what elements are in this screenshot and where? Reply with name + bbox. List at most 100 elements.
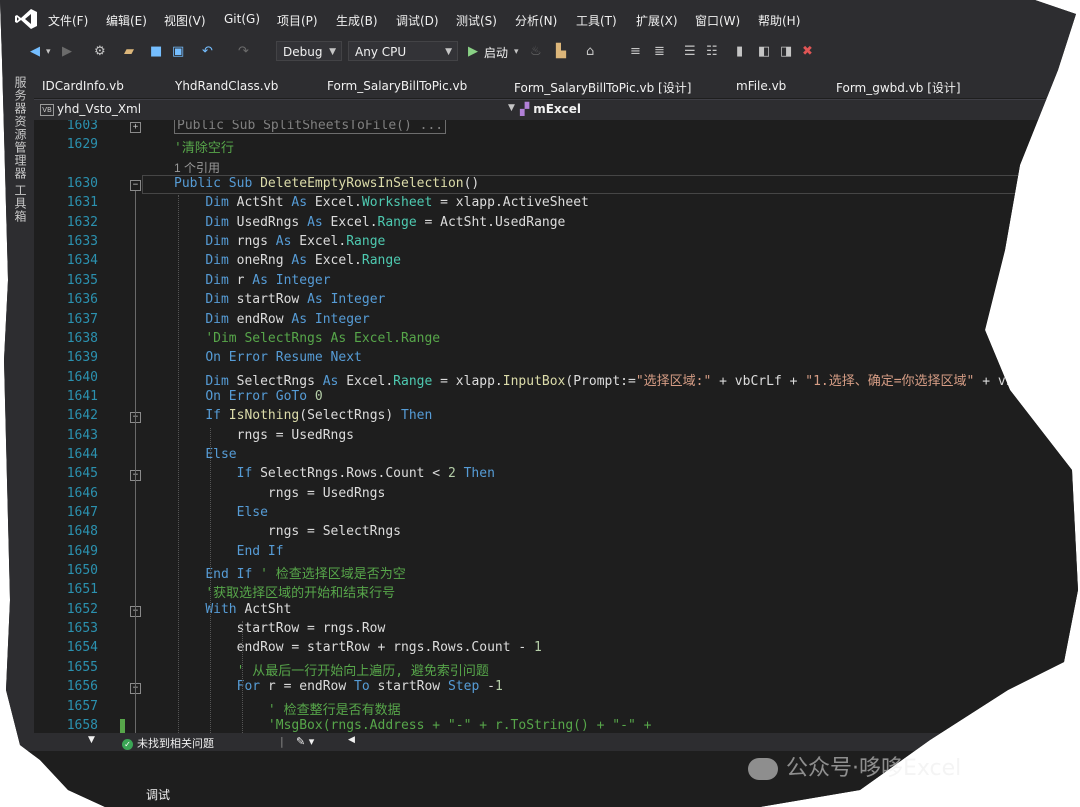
start-icon[interactable]: ▶ bbox=[468, 43, 478, 61]
change-marker bbox=[120, 718, 125, 733]
line-number: 1642 bbox=[66, 408, 98, 424]
divider: | bbox=[280, 735, 284, 748]
open-folder-icon[interactable]: ▰ bbox=[124, 43, 134, 61]
line-number: 1654 bbox=[66, 640, 98, 656]
line-number: 1635 bbox=[66, 272, 98, 288]
code-line: Dim oneRng As Excel.Range bbox=[205, 253, 402, 269]
tab-mfile[interactable]: mFile.vb bbox=[736, 79, 786, 93]
start-button[interactable]: 启动 bbox=[484, 44, 508, 61]
indent-guide bbox=[178, 195, 179, 733]
document-tabs: IDCardInfo.vb YhdRandClass.vb Form_Salar… bbox=[34, 66, 1078, 98]
toolbox-tab[interactable]: 工具箱 bbox=[12, 184, 29, 223]
menu-edit[interactable]: 编辑(E) bbox=[106, 12, 147, 29]
code-line: ' 从最后一行开始向上遍历, 避免索引问题 bbox=[236, 663, 489, 679]
navigation-bar: VB yhd_Vsto_Xml ▼ ▞ mExcel bbox=[34, 99, 1078, 120]
line-number: 1632 bbox=[66, 214, 98, 230]
code-line: Public Sub SplitSheetsToFile() ... bbox=[174, 120, 447, 134]
fold-guide bbox=[135, 191, 136, 733]
scroll-left-icon[interactable]: ◀ bbox=[348, 735, 355, 745]
zoom-dropdown-icon[interactable]: ▼ bbox=[88, 735, 95, 745]
next-bookmark-icon[interactable]: ◨ bbox=[780, 43, 792, 61]
member-dropdown[interactable]: ▞ mExcel bbox=[520, 102, 581, 116]
comment-icon[interactable]: ☰ bbox=[684, 43, 696, 61]
menu-debug[interactable]: 调试(D) bbox=[396, 12, 439, 29]
menu-test[interactable]: 测试(S) bbox=[456, 12, 497, 29]
tab-debug[interactable]: 调试 bbox=[146, 786, 170, 803]
start-dropdown-icon[interactable]: ▾ bbox=[514, 43, 519, 61]
line-number: 1646 bbox=[66, 485, 98, 501]
code-line: Dim endRow As Integer bbox=[205, 311, 370, 327]
check-icon: ✓ bbox=[122, 738, 133, 750]
menu-help[interactable]: 帮助(H) bbox=[758, 12, 800, 29]
code-line: With ActSht bbox=[205, 601, 292, 617]
code-line: '获取选择区域的开始和结束行号 bbox=[205, 586, 396, 602]
back-icon[interactable]: ◀ bbox=[30, 43, 40, 61]
line-number: 1656 bbox=[66, 679, 98, 695]
code-line: ' 检查整行是否有数据 bbox=[267, 702, 401, 718]
line-number: 1603 bbox=[66, 120, 98, 133]
tab-gwbd-design[interactable]: Form_gwbd.vb [设计] bbox=[836, 79, 961, 96]
redo-icon[interactable]: ↷ bbox=[238, 43, 249, 61]
watermark: 公众号·哆哆Excel bbox=[748, 750, 961, 782]
prev-bookmark-icon[interactable]: ◧ bbox=[758, 43, 770, 61]
menu-file[interactable]: 文件(F) bbox=[48, 12, 88, 29]
line-number: 1638 bbox=[66, 330, 98, 346]
wechat-icon bbox=[748, 758, 778, 780]
code-line: rngs = SelectRngs bbox=[174, 524, 401, 540]
brush-icon[interactable]: ✎ ▾ bbox=[296, 735, 314, 748]
fold-toggle-icon[interactable]: − bbox=[130, 180, 141, 192]
menu-tools[interactable]: 工具(T) bbox=[576, 12, 617, 29]
server-explorer-tab[interactable]: 服务器资源管理器 bbox=[12, 76, 29, 180]
issues-indicator[interactable]: ✓ 未找到相关问题 bbox=[122, 735, 214, 751]
configuration-select[interactable]: Debug ▼ bbox=[276, 41, 342, 61]
tab-salarybill-design[interactable]: Form_SalaryBillToPic.vb [设计] bbox=[514, 79, 691, 96]
menu-build[interactable]: 生成(B) bbox=[336, 12, 378, 29]
tab-yhdrandclass[interactable]: YhdRandClass.vb bbox=[175, 79, 278, 93]
align-right-icon[interactable]: ≣ bbox=[654, 43, 665, 61]
save-all-icon[interactable]: ▣ bbox=[172, 43, 184, 61]
line-number: 1657 bbox=[66, 698, 98, 714]
line-number: 1643 bbox=[66, 427, 98, 443]
module-icon: ▞ bbox=[520, 102, 530, 116]
menu-project[interactable]: 项目(P) bbox=[277, 12, 318, 29]
code-line: 'MsgBox(rngs.Address + "-" + r.ToString(… bbox=[267, 717, 660, 733]
line-number: 1650 bbox=[66, 563, 98, 579]
browse-icon[interactable]: ▙ bbox=[556, 43, 566, 61]
menu-view[interactable]: 视图(V) bbox=[164, 12, 206, 29]
line-number: 1637 bbox=[66, 311, 98, 327]
align-left-icon[interactable]: ≡ bbox=[630, 43, 641, 61]
code-line: Dim SelectRngs As Excel.Range = xlapp.In… bbox=[205, 373, 1014, 389]
menu-extensions[interactable]: 扩展(X) bbox=[636, 12, 678, 29]
menu-git[interactable]: Git(G) bbox=[224, 12, 260, 26]
menu-window[interactable]: 窗口(W) bbox=[695, 12, 740, 29]
chevron-down-icon: ▼ bbox=[445, 47, 452, 57]
clear-bookmarks-icon[interactable]: ✖ bbox=[802, 43, 813, 61]
back-dropdown-icon[interactable]: ▾ bbox=[46, 43, 51, 61]
forward-icon[interactable]: ▶ bbox=[62, 43, 72, 61]
vb-file-icon: VB bbox=[40, 103, 54, 116]
solution-explorer-icon[interactable]: ⌂ bbox=[586, 43, 594, 61]
code-line: Dim startRow As Integer bbox=[205, 292, 386, 308]
tab-idcardinfo[interactable]: IDCardInfo.vb bbox=[42, 79, 124, 93]
code-editor[interactable]: 1603 + Public Sub SplitSheetsToFile() ... 1… bbox=[34, 120, 1078, 733]
new-project-icon[interactable]: ⚙ bbox=[94, 43, 106, 61]
chevron-down-icon[interactable]: ▼ bbox=[508, 103, 515, 113]
code-line: Dim UsedRngs As Excel.Range = ActSht.Use… bbox=[205, 214, 566, 230]
side-tool-strip: 服务器资源管理器 工具箱 bbox=[0, 66, 34, 807]
undo-icon[interactable]: ↶ bbox=[202, 43, 213, 61]
issues-text: 未找到相关问题 bbox=[137, 737, 214, 750]
menu-analyze[interactable]: 分析(N) bbox=[515, 12, 557, 29]
hot-reload-icon[interactable]: ♨ bbox=[530, 43, 542, 61]
fold-toggle-icon[interactable]: + bbox=[130, 122, 141, 133]
project-dropdown[interactable]: VB yhd_Vsto_Xml bbox=[40, 102, 141, 116]
code-line: Dim r As Integer bbox=[205, 272, 331, 288]
code-lens-references[interactable]: 1 个引用 bbox=[174, 159, 220, 176]
code-line: rngs = UsedRngs bbox=[174, 485, 386, 501]
line-number: 1644 bbox=[66, 446, 98, 462]
tab-salarybill[interactable]: Form_SalaryBillToPic.vb bbox=[327, 79, 467, 93]
save-icon[interactable]: ■ bbox=[150, 43, 162, 61]
line-number: 1647 bbox=[66, 505, 98, 520]
platform-select[interactable]: Any CPU ▼ bbox=[348, 41, 458, 61]
uncomment-icon[interactable]: ☷ bbox=[706, 43, 718, 61]
bookmark-icon[interactable]: ▮ bbox=[736, 43, 743, 61]
